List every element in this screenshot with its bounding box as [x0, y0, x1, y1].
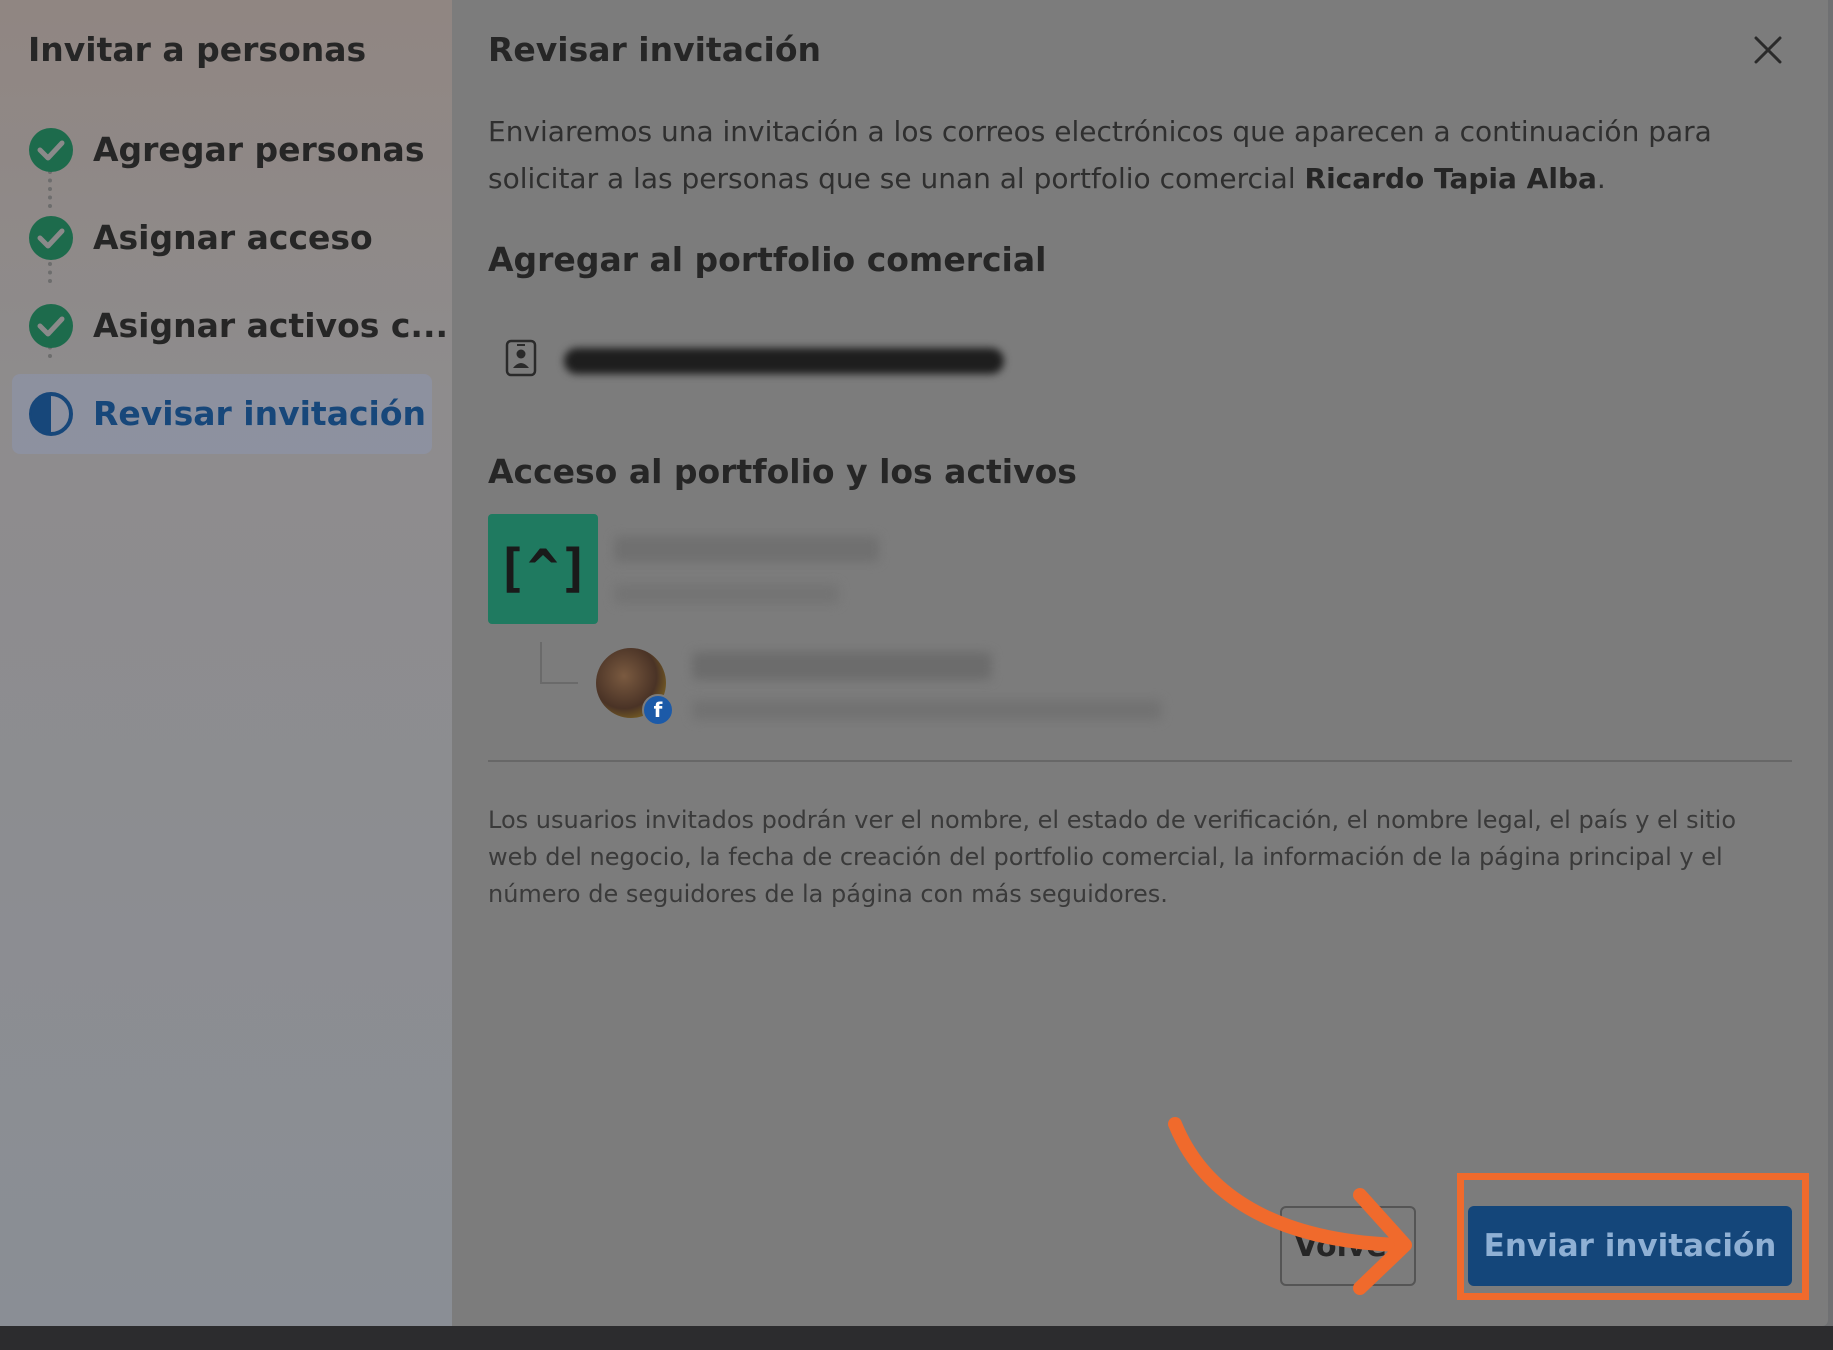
steps-sidebar: Invitar a personas Agregar personas Asig…: [0, 0, 452, 1326]
step-label: Agregar personas: [93, 130, 425, 169]
step-label: Revisar invitación: [93, 394, 426, 433]
step-asignar-acceso[interactable]: Asignar acceso: [12, 198, 432, 278]
step-label: Asignar activos c...: [93, 306, 449, 345]
intro-suffix: .: [1596, 162, 1606, 195]
portfolio-subtitle-redacted: [614, 584, 839, 604]
section-divider: [488, 760, 1792, 762]
portfolio-name: Ricardo Tapia Alba: [1304, 162, 1597, 195]
page-access-redacted: [692, 700, 1162, 720]
step-asignar-activos[interactable]: Asignar activos c...: [12, 286, 448, 366]
step-revisar-invitacion[interactable]: Revisar invitación: [12, 374, 432, 454]
annotation-arrow-icon: [1168, 1117, 1412, 1295]
review-panel: Revisar invitación Enviaremos una invita…: [452, 0, 1828, 1326]
bottom-bar: [0, 1326, 1833, 1350]
facebook-icon: f: [642, 694, 674, 726]
intro-text: Enviaremos una invitación a los correos …: [488, 108, 1788, 202]
check-circle-icon: [29, 128, 73, 172]
step-agregar-personas[interactable]: Agregar personas: [12, 110, 432, 190]
disclaimer-text: Los usuarios invitados podrán ver el nom…: [488, 806, 1737, 908]
contact-card-icon: [505, 339, 537, 377]
invitee-email-redacted: [564, 348, 1004, 374]
page-name-redacted: [692, 652, 992, 680]
page-title: Revisar invitación: [488, 30, 821, 69]
portfolio-name-redacted: [614, 536, 879, 562]
invite-dialog: Invitar a personas Agregar personas Asig…: [0, 0, 1828, 1326]
check-circle-icon: [29, 216, 73, 260]
invitee-email-row: [504, 334, 1104, 384]
access-heading: Acceso al portfolio y los activos: [488, 452, 1077, 491]
portfolio-logo: [^]: [488, 514, 598, 624]
step-label: Asignar acceso: [93, 218, 373, 257]
close-icon[interactable]: [1748, 30, 1788, 70]
annotation-highlight-box: [1457, 1173, 1809, 1300]
tree-connector: [540, 642, 578, 684]
sidebar-title: Invitar a personas: [28, 30, 367, 69]
check-circle-icon: [29, 304, 73, 348]
add-to-portfolio-heading: Agregar al portfolio comercial: [488, 240, 1047, 279]
half-circle-icon: [29, 392, 73, 436]
